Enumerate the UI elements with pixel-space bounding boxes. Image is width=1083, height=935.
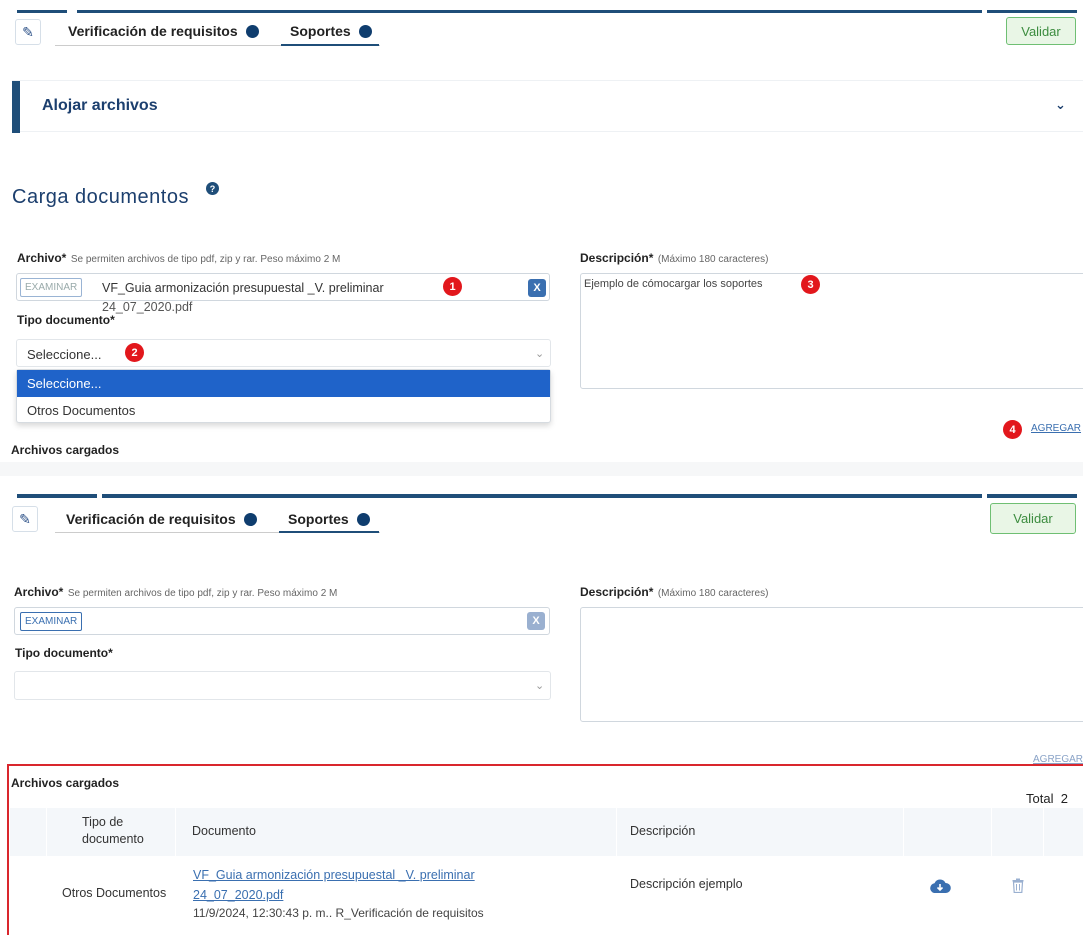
- active-tab-indicator: [279, 531, 379, 533]
- cell-tipo: Otros Documentos: [62, 886, 167, 900]
- examinar-button[interactable]: EXAMINAR: [20, 278, 83, 297]
- chevron-down-icon[interactable]: ⌄: [1055, 97, 1066, 113]
- tab-label: Soportes: [290, 23, 351, 39]
- tab-label: Verificación de requisitos: [66, 511, 236, 527]
- file-input[interactable]: EXAMINAR VF_Guia armonización presupuest…: [16, 273, 550, 301]
- tab-soportes[interactable]: Soportes: [288, 511, 370, 527]
- pencil-icon: ✎: [22, 23, 34, 40]
- file-name: VF_Guia armonización presupuestal _V. pr…: [102, 281, 384, 295]
- edit-button[interactable]: ✎: [15, 19, 41, 45]
- edit-button[interactable]: ✎: [12, 506, 38, 532]
- download-cloud-icon[interactable]: [929, 878, 951, 901]
- archivo-hint: Se permiten archivos de tipo pdf, zip y …: [67, 588, 338, 599]
- agregar-link[interactable]: AGREGAR: [1031, 423, 1081, 434]
- step-badge-4: 4: [1003, 420, 1022, 439]
- section-title: Carga documentos: [12, 186, 189, 208]
- archivo-label: Archivo*: [14, 585, 64, 599]
- descripcion-value: Ejemplo de cómocargar los soportes: [584, 278, 763, 290]
- chevron-down-icon: ⌄: [535, 348, 545, 360]
- validar-button[interactable]: Validar: [990, 503, 1076, 534]
- archivos-cargados-title: Archivos cargados: [11, 776, 120, 790]
- clear-file-button[interactable]: X: [527, 612, 545, 630]
- step-badge-2: 2: [125, 343, 144, 362]
- total-value: 2: [1060, 791, 1068, 806]
- descripcion-label-row: Descripción* (Máximo 180 caracteres): [580, 249, 768, 267]
- col-header-documento: Documento: [192, 824, 256, 838]
- accordion-title: Alojar archivos: [42, 97, 158, 114]
- progress-segment: [987, 10, 1077, 13]
- archivo-hint: Se permiten archivos de tipo pdf, zip y …: [70, 254, 341, 265]
- descripcion-label: Descripción*: [580, 585, 654, 599]
- tipo-documento-label: Tipo documento*: [15, 646, 113, 660]
- validar-button[interactable]: Validar: [1006, 17, 1076, 45]
- chevron-down-icon: ⌄: [535, 680, 545, 692]
- status-dot-icon: [358, 24, 372, 38]
- status-dot-icon: [356, 512, 370, 526]
- step-badge-3: 3: [801, 275, 820, 294]
- col-header-tipo: Tipo de documento: [82, 815, 144, 846]
- archivos-cargados-label: Archivos cargados: [11, 443, 120, 457]
- file-input[interactable]: EXAMINAR X: [14, 607, 550, 635]
- progress-segment: [17, 494, 97, 498]
- total-count: Total 2: [1026, 791, 1068, 806]
- cell-document-meta: 11/9/2024, 12:30:43 p. m.. R_Verificació…: [193, 906, 484, 920]
- progress-segment: [102, 494, 982, 498]
- document-link-continued[interactable]: 24_07_2020.pdf: [193, 888, 283, 902]
- archivo-label-row: Archivo* Se permiten archivos de tipo pd…: [17, 249, 340, 267]
- table-header-row: Tipo de documento Documento Descripción: [10, 808, 1083, 856]
- descripcion-textarea[interactable]: Ejemplo de cómocargar los soportes: [580, 273, 1083, 389]
- screenshot-separator: [0, 462, 1083, 476]
- examinar-button[interactable]: EXAMINAR: [20, 612, 83, 631]
- file-name-continued: 24_07_2020.pdf: [102, 300, 193, 314]
- archivo-label: Archivo*: [17, 251, 67, 265]
- tab-verificacion[interactable]: Verificación de requisitos: [68, 23, 259, 39]
- descripcion-label-row: Descripción* (Máximo 180 caracteres): [580, 583, 768, 601]
- tipo-documento-label: Tipo documento*: [17, 313, 115, 327]
- trash-icon[interactable]: [1012, 878, 1024, 898]
- progress-segment: [17, 10, 67, 13]
- tipo-documento-select[interactable]: ⌄: [14, 671, 551, 700]
- descripcion-label: Descripción*: [580, 251, 654, 265]
- total-label: Total: [1026, 791, 1054, 806]
- tab-label: Soportes: [288, 511, 349, 527]
- tab-label: Verificación de requisitos: [68, 23, 238, 39]
- active-tab-indicator: [281, 44, 379, 46]
- status-dot-icon: [245, 24, 259, 38]
- dropdown-option[interactable]: Seleccione...: [17, 370, 550, 397]
- descripcion-hint: (Máximo 180 caracteres): [657, 254, 769, 265]
- tipo-dropdown-menu: Seleccione... Otros Documentos: [16, 369, 551, 423]
- status-dot-icon: [243, 512, 257, 526]
- descripcion-hint: (Máximo 180 caracteres): [657, 588, 769, 599]
- col-header-descripcion: Descripción: [630, 824, 696, 838]
- pencil-icon: ✎: [19, 510, 31, 527]
- clear-file-button[interactable]: X: [528, 279, 546, 297]
- progress-segment: [987, 494, 1077, 498]
- archivo-label-row: Archivo* Se permiten archivos de tipo pd…: [14, 583, 337, 601]
- tipo-selected: Seleccione...: [27, 347, 102, 362]
- tab-soportes[interactable]: Soportes: [290, 23, 372, 39]
- step-badge-1: 1: [443, 277, 462, 296]
- cell-descripcion: Descripción ejemplo: [630, 877, 743, 891]
- descripcion-textarea[interactable]: [580, 607, 1083, 722]
- tab-verificacion[interactable]: Verificación de requisitos: [66, 511, 257, 527]
- document-link[interactable]: VF_Guia armonización presupuestal _V. pr…: [193, 868, 475, 882]
- progress-segment: [77, 10, 982, 13]
- tipo-documento-select[interactable]: Seleccione... ⌄: [16, 339, 551, 367]
- accordion-accent-bar: [12, 81, 20, 133]
- accordion-header[interactable]: Alojar archivos ⌄: [12, 80, 1083, 133]
- dropdown-option[interactable]: Otros Documentos: [17, 397, 550, 423]
- help-icon[interactable]: ?: [206, 182, 219, 195]
